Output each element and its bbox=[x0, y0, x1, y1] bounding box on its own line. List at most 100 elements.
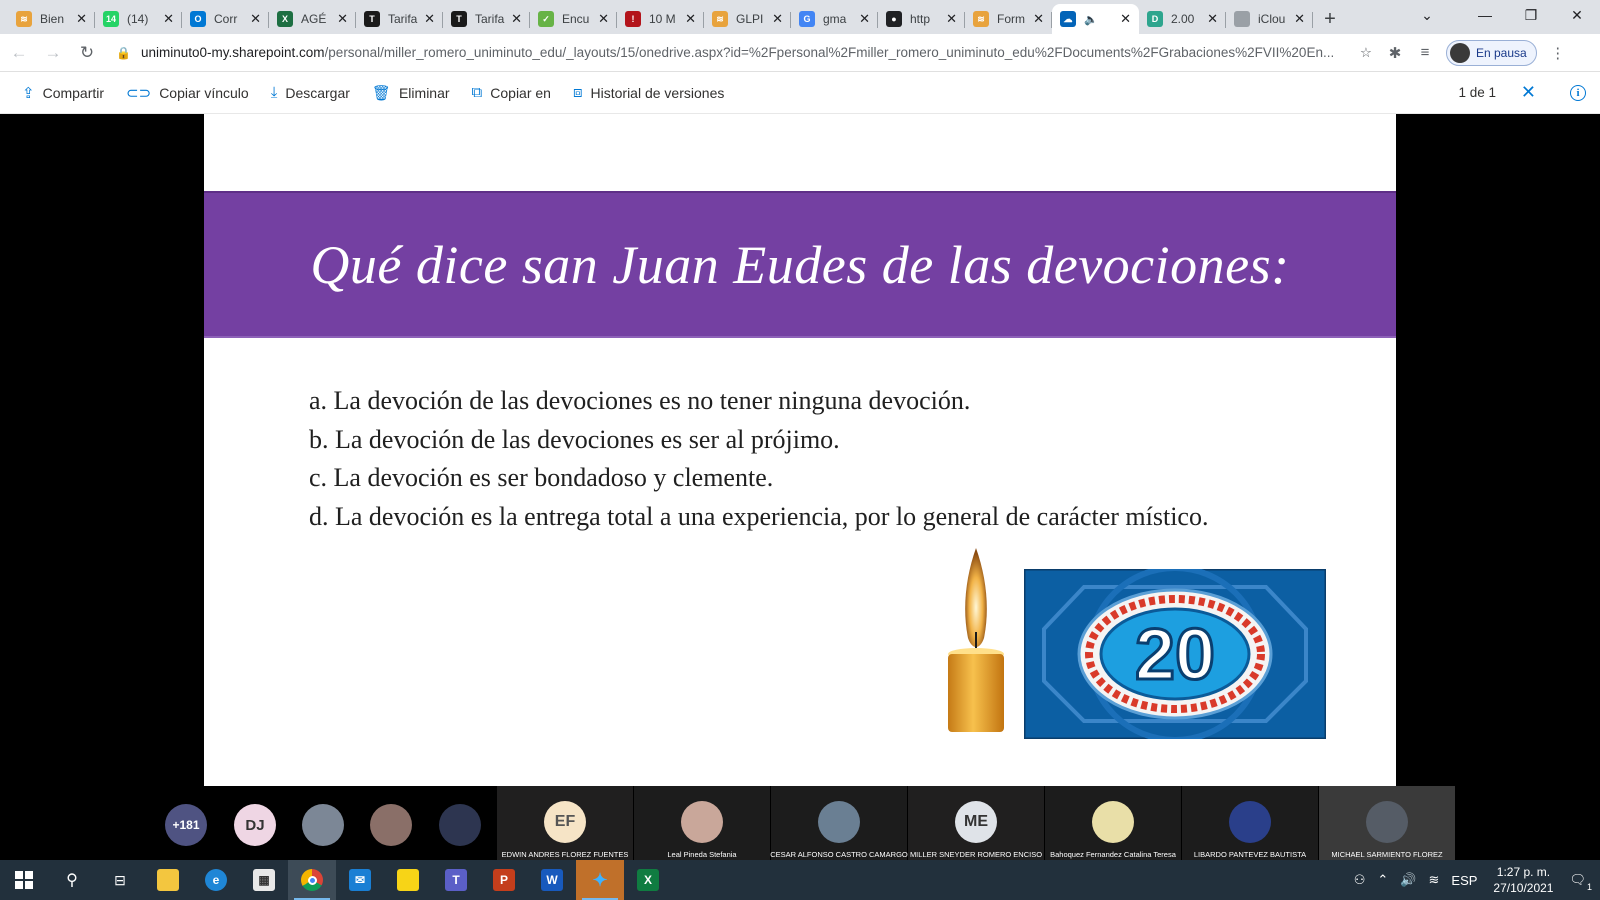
tab-close-icon[interactable]: ✕ bbox=[598, 11, 609, 27]
browser-tab[interactable]: ✓ Encu ✕ bbox=[530, 4, 617, 34]
language-indicator[interactable]: ESP bbox=[1451, 873, 1477, 888]
start-button[interactable] bbox=[0, 860, 48, 900]
browser-tab[interactable]: ● http ✕ bbox=[878, 4, 965, 34]
taskbar-powerpoint[interactable]: P bbox=[480, 860, 528, 900]
people-icon[interactable]: ⚇ bbox=[1354, 872, 1366, 888]
participant-tile[interactable]: Leal Pineda Stefania bbox=[634, 786, 770, 860]
delete-button[interactable]: 🗑 Eliminar bbox=[372, 84, 450, 102]
clock[interactable]: 1:27 p. m. 27/10/2021 bbox=[1493, 864, 1553, 896]
taskbar-mail[interactable]: ✉ bbox=[336, 860, 384, 900]
task-view-button[interactable]: ⊟ bbox=[96, 860, 144, 900]
tab-close-icon[interactable]: ✕ bbox=[1033, 11, 1044, 27]
participant-tile[interactable]: Bahoquez Fernandez Catalina Teresa bbox=[1045, 786, 1181, 860]
taskbar-app[interactable]: ✦ bbox=[576, 860, 624, 900]
browser-tab[interactable]: ! 10 M ✕ bbox=[617, 4, 704, 34]
info-icon[interactable]: i bbox=[1570, 84, 1586, 101]
taskbar-edge[interactable]: e bbox=[192, 860, 240, 900]
tab-close-icon[interactable]: ✕ bbox=[1207, 11, 1218, 27]
reload-button[interactable]: ↻ bbox=[72, 38, 102, 68]
taskbar-teams[interactable]: T bbox=[432, 860, 480, 900]
browser-tab[interactable]: T Tarifa ✕ bbox=[443, 4, 530, 34]
share-button[interactable]: ⇪ Compartir bbox=[22, 84, 104, 102]
copy-link-button[interactable]: ⊂⊃ Copiar vínculo bbox=[126, 84, 249, 102]
close-window-icon[interactable]: ✕ bbox=[1554, 0, 1600, 30]
browser-tab[interactable]: 14 (14) ✕ bbox=[95, 4, 182, 34]
tab-close-icon[interactable]: ✕ bbox=[685, 11, 696, 27]
browser-tab[interactable]: ≋ Bien ✕ bbox=[8, 4, 95, 34]
tab-search-icon[interactable]: ⌄ bbox=[1404, 0, 1450, 30]
tab-close-icon[interactable]: ✕ bbox=[163, 11, 174, 27]
profile-button[interactable]: En pausa bbox=[1446, 39, 1537, 66]
share-icon: ⇪ bbox=[22, 84, 35, 102]
menu-icon[interactable]: ⋮ bbox=[1543, 38, 1573, 68]
tab-title: 10 M bbox=[649, 12, 676, 26]
participant-tile[interactable]: MICHAEL SARMIENTO FLOREZ bbox=[1319, 786, 1455, 860]
delete-label: Eliminar bbox=[398, 84, 450, 101]
participant-avatar[interactable] bbox=[439, 804, 481, 846]
windows-icon bbox=[15, 871, 33, 889]
participant-name: EDWIN ANDRES FLOREZ FUENTES bbox=[501, 850, 629, 859]
option-c: c. La devoción es ser bondadoso y clemen… bbox=[309, 463, 774, 492]
taskbar-excel[interactable]: X bbox=[624, 860, 672, 900]
more-participants-badge[interactable]: +181 bbox=[165, 804, 207, 846]
url-input[interactable]: 🔒 uniminuto0-my.sharepoint.com/personal/… bbox=[110, 37, 1380, 68]
tab-close-icon[interactable]: ✕ bbox=[250, 11, 261, 27]
tab-favicon-icon: ≋ bbox=[16, 11, 32, 27]
participant-initials-dj[interactable]: DJ bbox=[234, 804, 276, 846]
tab-close-icon[interactable]: ✕ bbox=[772, 11, 783, 27]
taskbar-file-explorer[interactable] bbox=[144, 860, 192, 900]
candle-image bbox=[948, 548, 1004, 732]
wifi-icon[interactable]: ≋ bbox=[1429, 872, 1440, 888]
tab-close-icon[interactable]: ✕ bbox=[859, 11, 870, 27]
new-tab-button[interactable]: + bbox=[1313, 4, 1347, 34]
participant-tile[interactable]: CESAR ALFONSO CASTRO CAMARGO bbox=[770, 786, 908, 860]
extensions-icon[interactable]: ✱ bbox=[1380, 38, 1410, 68]
participant-avatar[interactable] bbox=[370, 804, 412, 846]
participant-tile[interactable]: LIBARDO PANTEVEZ BAUTISTA bbox=[1182, 786, 1318, 860]
taskbar-store[interactable]: ▦ bbox=[240, 860, 288, 900]
minimize-icon[interactable]: — bbox=[1462, 0, 1508, 30]
video-stage[interactable]: Qué dice san Juan Eudes de las devocione… bbox=[0, 114, 1600, 786]
browser-tab[interactable]: T Tarifa ✕ bbox=[356, 4, 443, 34]
tab-close-icon[interactable]: ✕ bbox=[946, 11, 957, 27]
tab-close-icon[interactable]: ✕ bbox=[424, 11, 435, 27]
taskbar-sticky-notes[interactable] bbox=[384, 860, 432, 900]
close-icon[interactable]: ✕ bbox=[1521, 82, 1536, 103]
back-button[interactable]: ← bbox=[4, 38, 34, 68]
taskbar-word[interactable]: W bbox=[528, 860, 576, 900]
participant-name: MICHAEL SARMIENTO FLOREZ bbox=[1331, 850, 1443, 859]
notification-icon[interactable]: 🗨 1 bbox=[1569, 872, 1592, 892]
volume-icon[interactable]: 🔊 bbox=[1400, 872, 1416, 888]
star-icon[interactable]: ☆ bbox=[1360, 45, 1372, 61]
notification-count: 1 bbox=[1586, 882, 1592, 892]
chevron-up-icon[interactable]: ⌃ bbox=[1377, 872, 1388, 888]
tab-close-icon[interactable]: ✕ bbox=[1120, 11, 1131, 27]
browser-tab[interactable]: Ggma ✕ bbox=[791, 4, 878, 34]
restore-icon[interactable]: ❐ bbox=[1508, 0, 1554, 30]
participant-tile[interactable]: EF EDWIN ANDRES FLOREZ FUENTES bbox=[497, 786, 633, 860]
copy-to-button[interactable]: ⧉ Copiar en bbox=[472, 84, 551, 101]
browser-tab[interactable]: X AGÉ ✕ bbox=[269, 4, 356, 34]
tab-close-icon[interactable]: ✕ bbox=[337, 11, 348, 27]
media-control-icon[interactable]: ≡ bbox=[1410, 38, 1440, 68]
browser-tab[interactable]: ≋ Form ✕ bbox=[965, 4, 1052, 34]
tab-close-icon[interactable]: ✕ bbox=[511, 11, 522, 27]
download-button[interactable]: ⤓ Descargar bbox=[271, 84, 350, 101]
browser-tab[interactable]: D 2.00 ✕ bbox=[1139, 4, 1226, 34]
browser-tab[interactable]: O Corr ✕ bbox=[182, 4, 269, 34]
browser-tab[interactable]: iClou ✕ bbox=[1226, 4, 1313, 34]
tab-close-icon[interactable]: ✕ bbox=[76, 11, 87, 27]
browser-tab[interactable]: ☁ 🔈 ✕ bbox=[1052, 4, 1139, 34]
search-button[interactable]: ⚲ bbox=[48, 860, 96, 900]
participant-tile[interactable]: ME MILLER SNEYDER ROMERO ENCISO bbox=[908, 786, 1044, 860]
forward-button[interactable]: → bbox=[38, 38, 68, 68]
browser-tab[interactable]: ≋ GLPI ✕ bbox=[704, 4, 791, 34]
tab-audio-icon[interactable]: 🔈 bbox=[1084, 13, 1098, 26]
taskbar-chrome[interactable] bbox=[288, 860, 336, 900]
tab-title: Form bbox=[997, 12, 1025, 26]
tab-close-icon[interactable]: ✕ bbox=[1294, 11, 1305, 27]
version-history-button[interactable]: ⧈ Historial de versiones bbox=[573, 84, 724, 101]
participant-avatar[interactable] bbox=[302, 804, 344, 846]
tab-favicon-icon: ● bbox=[886, 11, 902, 27]
lock-icon: 🔒 bbox=[116, 45, 131, 60]
